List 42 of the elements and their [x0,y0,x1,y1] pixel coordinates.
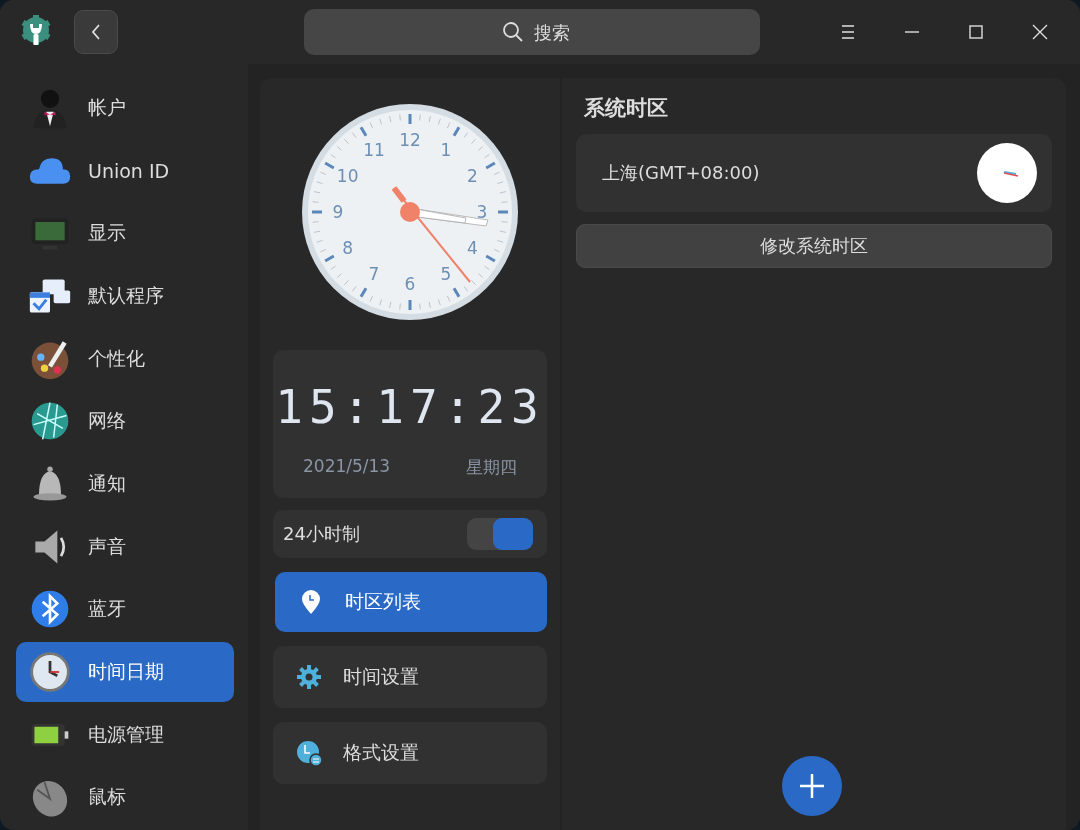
clock-number: 5 [440,264,452,285]
clock-number: 3 [476,202,488,222]
search-icon [502,21,524,43]
back-button[interactable] [74,10,118,54]
clock-number: 9 [332,202,344,222]
clock-number: 1 [440,139,452,160]
sidebar-item[interactable]: 电源管理 [16,704,234,765]
digital-time: 15:17:23 [275,380,545,434]
section-title: 系统时区 [584,95,669,122]
clock-number: 11 [363,139,385,160]
add-button[interactable] [782,756,842,816]
search-field[interactable]: 搜索 [304,9,760,55]
weekday-text: 星期四 [466,456,517,479]
timezone-name: 上海(GMT+08:00) [602,161,760,185]
chevron-left-icon [89,22,103,42]
clock-number: 2 [466,166,478,186]
clock-number: 4 [466,238,478,258]
clock-number: 7 [368,264,380,285]
clock-number: 12 [399,130,421,150]
clock-number: 6 [404,274,416,294]
toggle-switch[interactable] [467,518,533,550]
sidebar-item[interactable]: 显示 [16,203,234,263]
change-timezone-button[interactable]: 修改系统时区 [576,224,1052,268]
sidebar-item[interactable]: 网络 [16,391,234,452]
hour-format-label: 24小时制 [283,522,360,546]
nav-button[interactable]: 时区列表 [275,572,547,632]
date-text: 2021/5/13 [303,456,391,478]
sidebar-item[interactable]: 鼠标 [16,767,234,828]
sidebar-item[interactable]: 默认程序 [16,266,234,326]
plus-icon [797,771,827,801]
clock-number: 8 [342,238,354,258]
sidebar-item[interactable]: 时间日期 [16,642,234,702]
gear-icon [295,663,323,691]
sidebar-item[interactable]: 帐户 [16,78,234,138]
nav-button[interactable]: 格式设置 [273,722,547,784]
sidebar-item[interactable]: 通知 [16,454,234,514]
sidebar-item[interactable]: 蓝牙 [16,579,234,640]
nav-button[interactable]: 时间设置 [273,646,547,708]
sidebar-item[interactable]: 声音 [16,516,234,577]
clock-number: 10 [336,166,359,186]
sidebar-item[interactable]: 个性化 [16,328,234,389]
sidebar-item[interactable]: Union ID [16,140,234,201]
